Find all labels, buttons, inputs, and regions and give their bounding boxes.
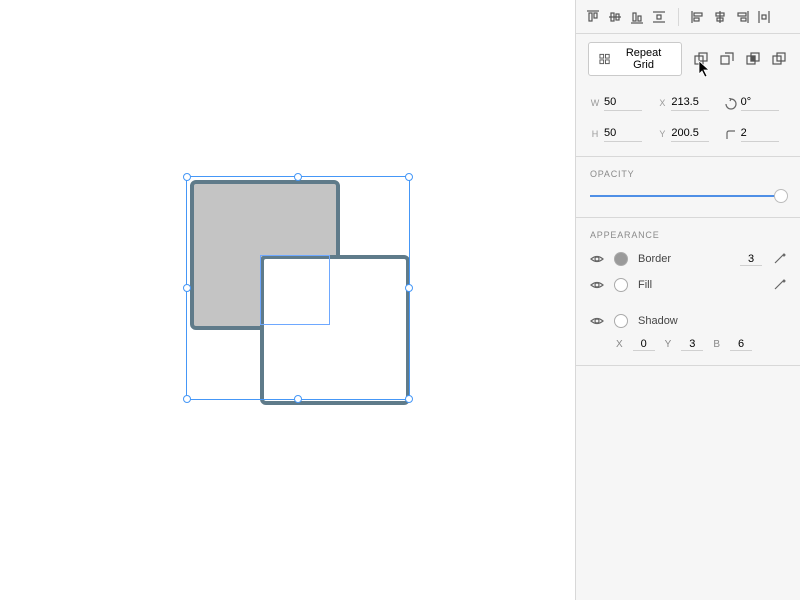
shadow-row: Shadow [576, 308, 800, 334]
x-field[interactable]: X [657, 94, 718, 111]
shadow-y-label: Y [665, 339, 672, 350]
height-input[interactable] [604, 125, 642, 142]
rotate-icon [725, 97, 737, 109]
opacity-section-title: OPACITY [576, 157, 800, 185]
height-field[interactable]: H [590, 125, 651, 142]
align-toolbar [576, 0, 800, 34]
pathfinder-exclude-icon[interactable] [770, 50, 788, 68]
align-right-icon[interactable] [733, 8, 751, 26]
border-width-input[interactable] [740, 253, 762, 266]
corner-radius-field[interactable] [725, 125, 786, 142]
slider-fill [590, 195, 786, 197]
eyedropper-icon[interactable] [772, 252, 786, 266]
eyedropper-icon[interactable] [772, 278, 786, 292]
transform-section: W X H Y [576, 84, 800, 156]
border-color-swatch[interactable] [614, 252, 628, 266]
x-label: X [657, 98, 667, 108]
rotation-field[interactable] [725, 94, 786, 111]
resize-handle[interactable] [294, 173, 302, 181]
shadow-values: X Y B [576, 334, 800, 365]
y-input[interactable] [671, 125, 709, 142]
rotation-input[interactable] [741, 94, 779, 111]
resize-handle[interactable] [405, 395, 413, 403]
divider [576, 365, 800, 366]
canvas[interactable] [0, 0, 575, 600]
border-row: Border [576, 246, 800, 272]
fill-label: Fill [638, 279, 652, 291]
pathfinder-subtract-icon[interactable] [718, 50, 736, 68]
align-top-icon[interactable] [584, 8, 602, 26]
visibility-toggle-icon[interactable] [590, 278, 604, 292]
shadow-b-label: B [713, 339, 720, 350]
repeat-grid-label: Repeat Grid [616, 47, 671, 71]
height-label: H [590, 129, 600, 139]
shadow-color-swatch[interactable] [614, 314, 628, 328]
shadow-y-input[interactable] [681, 338, 703, 351]
resize-handle[interactable] [405, 284, 413, 292]
align-middle-icon[interactable] [606, 8, 624, 26]
align-center-icon[interactable] [711, 8, 729, 26]
fill-color-swatch[interactable] [614, 278, 628, 292]
resize-handle[interactable] [405, 173, 413, 181]
visibility-toggle-icon[interactable] [590, 314, 604, 328]
align-bottom-icon[interactable] [628, 8, 646, 26]
width-input[interactable] [604, 94, 642, 111]
resize-handle[interactable] [294, 395, 302, 403]
width-field[interactable]: W [590, 94, 651, 111]
resize-handle[interactable] [183, 395, 191, 403]
fill-row: Fill [576, 272, 800, 298]
visibility-toggle-icon[interactable] [590, 252, 604, 266]
pathfinder-add-icon[interactable] [692, 50, 710, 68]
slider-thumb[interactable] [774, 189, 788, 203]
selection-bounding-box[interactable] [186, 176, 410, 400]
separator [678, 8, 679, 26]
resize-handle[interactable] [183, 284, 191, 292]
x-input[interactable] [671, 94, 709, 111]
repeat-grid-button[interactable]: Repeat Grid [588, 42, 682, 76]
resize-handle[interactable] [183, 173, 191, 181]
y-label: Y [657, 129, 667, 139]
inspector-panel: Repeat Grid W X H Y [575, 0, 800, 600]
shadow-b-input[interactable] [730, 338, 752, 351]
pathfinder-intersect-icon[interactable] [744, 50, 762, 68]
width-label: W [590, 98, 600, 108]
repeat-grid-row: Repeat Grid [576, 34, 800, 84]
distribute-vertical-icon[interactable] [650, 8, 668, 26]
corner-radius-input[interactable] [741, 125, 779, 142]
y-field[interactable]: Y [657, 125, 718, 142]
corner-radius-icon [725, 128, 737, 140]
appearance-section-title: APPEARANCE [576, 218, 800, 246]
align-left-icon[interactable] [689, 8, 707, 26]
border-label: Border [638, 253, 671, 265]
shadow-x-label: X [616, 339, 623, 350]
shadow-x-input[interactable] [633, 338, 655, 351]
shadow-label: Shadow [638, 315, 678, 327]
opacity-slider[interactable] [590, 189, 786, 203]
distribute-horizontal-icon[interactable] [755, 8, 773, 26]
